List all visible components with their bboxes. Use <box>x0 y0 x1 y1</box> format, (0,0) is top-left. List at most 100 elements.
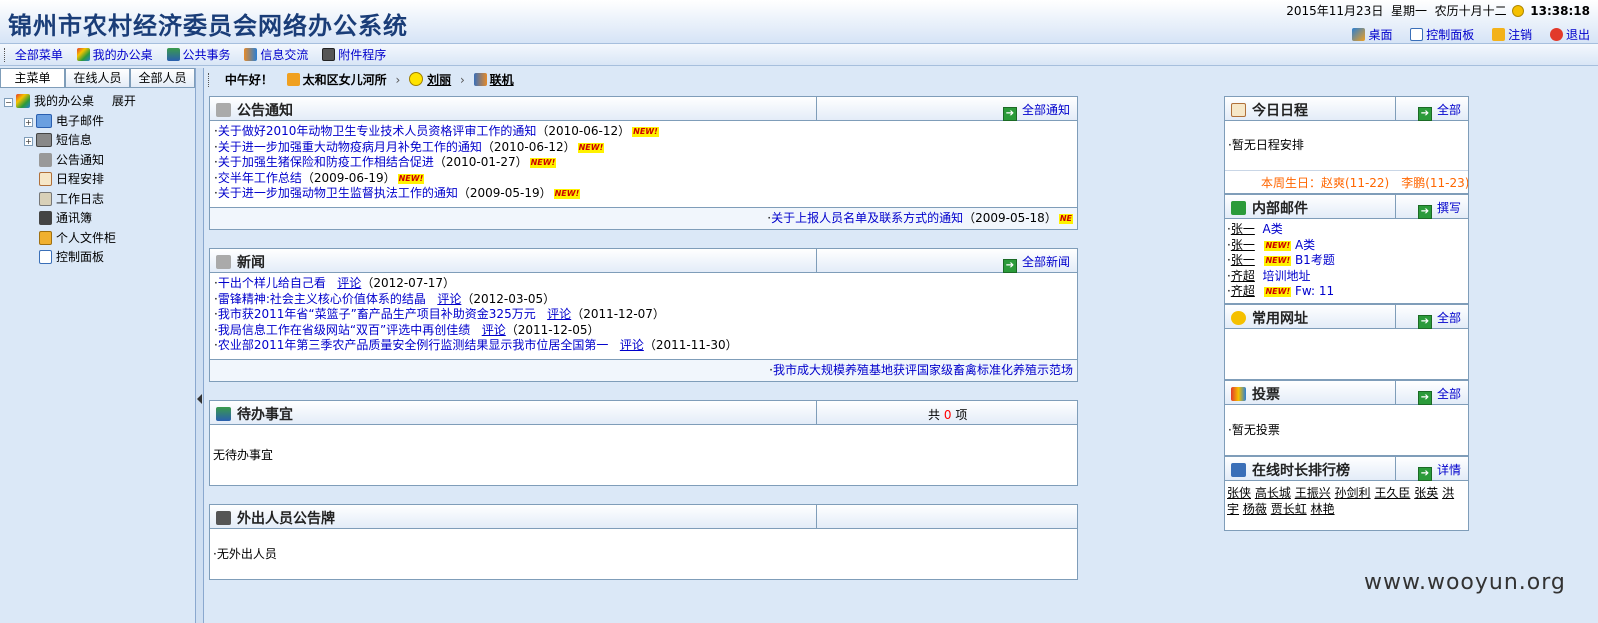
collapse-arrow-icon[interactable] <box>197 394 202 404</box>
expand-icon[interactable]: + <box>24 137 33 146</box>
pane-splitter[interactable] <box>196 68 204 623</box>
new-badge: NEW! <box>397 173 425 184</box>
news-header: 新闻 ➔ 全部新闻 <box>210 249 1077 273</box>
all-urls-link[interactable]: ➔ 全部 <box>1417 309 1461 329</box>
notice-marquee[interactable]: ·关于上报人员名单及联系方式的通知（2009-05-18） NE <box>210 207 1077 229</box>
news-title: 新闻 <box>237 255 265 271</box>
tree-item-addressbook[interactable]: 通讯簿 <box>4 209 191 229</box>
list-item[interactable]: ·张一 NEW! B1考题 <box>1227 253 1466 269</box>
top-links: 桌面 控制面板 注销 退出 <box>1338 26 1590 43</box>
list-item[interactable]: ·关于加强生猪保险和防疫工作相结合促进（2010-01-27） NEW! <box>214 155 1073 171</box>
outgoing-empty: ·无外出人员 <box>213 547 277 561</box>
list-item[interactable]: ·雷锋精神:社会主义核心价值体系的结晶 评论（2012-03-05） <box>214 292 1073 308</box>
rank-user[interactable]: 张英 <box>1414 486 1438 500</box>
comment-link[interactable]: 评论 <box>437 292 461 306</box>
chart-icon <box>1231 387 1246 401</box>
key-icon <box>1492 28 1506 41</box>
all-votes-link[interactable]: ➔ 全部 <box>1417 385 1461 405</box>
rank-user[interactable]: 杨薇 <box>1243 502 1267 516</box>
notice-list: ·关于做好2010年动物卫生专业技术人员资格评审工作的通知（2010-06-12… <box>210 121 1077 205</box>
rank-user[interactable]: 王久臣 <box>1374 486 1410 500</box>
list-item[interactable]: ·交半年工作总结（2009-06-19） NEW! <box>214 171 1073 187</box>
tree-item-worklog[interactable]: 工作日志 <box>4 190 191 210</box>
online-rank-details-link[interactable]: ➔ 详情 <box>1417 461 1461 481</box>
birthday-text: 本周生日：赵爽(11-22) 李鹏(11-23) <box>1261 176 1468 190</box>
list-item[interactable]: ·关于进一步加强重大动物疫病月月补免工作的通知（2010-06-12） NEW! <box>214 140 1073 156</box>
calendar-icon <box>1231 103 1246 117</box>
todo-empty: 无待办事宜 <box>213 448 274 462</box>
all-notices-link[interactable]: ➔ 全部通知 <box>1002 101 1070 121</box>
schedule-title: 今日日程 <box>1252 103 1308 119</box>
tab-online-users[interactable]: 在线人员 <box>65 68 130 87</box>
menu-public-affairs[interactable]: 公共事务 <box>166 44 231 66</box>
tree-item-email[interactable]: + 电子邮件 <box>4 112 191 132</box>
status-link[interactable]: 联机 <box>490 73 514 87</box>
online-status-icon <box>473 73 487 86</box>
exit-link[interactable]: 退出 <box>1549 28 1590 42</box>
expand-icon[interactable]: + <box>24 117 33 127</box>
desktop-link[interactable]: 桌面 <box>1352 28 1392 42</box>
menu-accessories[interactable]: 附件程序 <box>322 44 386 66</box>
menu-info-exchange[interactable]: 信息交流 <box>244 44 308 66</box>
list-item[interactable]: ·齐超 NEW! Fw: 11 <box>1227 284 1466 300</box>
collapse-icon[interactable]: − <box>4 98 13 107</box>
list-item[interactable]: ·张一 NEW! A类 <box>1227 238 1466 254</box>
tree-item-schedule[interactable]: 日程安排 <box>4 170 191 190</box>
todo-title: 待办事宜 <box>237 407 293 423</box>
mail-list: ·张一 A类 ·张一 NEW! A类 ·张一 NEW! B1考题 ·齐超 培训地… <box>1225 219 1468 303</box>
menu-my-desk[interactable]: 我的办公桌 <box>76 44 153 66</box>
vote-title: 投票 <box>1252 387 1280 403</box>
comment-link[interactable]: 评论 <box>482 323 506 337</box>
control-panel-link[interactable]: 控制面板 <box>1410 28 1474 42</box>
list-item[interactable]: ·关于做好2010年动物卫生专业技术人员资格评审工作的通知（2010-06-12… <box>214 124 1073 140</box>
expand-link[interactable]: 展开 <box>112 94 136 108</box>
list-item[interactable]: ·齐超 培训地址 <box>1227 269 1466 285</box>
tree-root[interactable]: − 我的办公桌 展开 <box>4 92 191 112</box>
new-badge: NEW! <box>529 158 557 168</box>
new-badge: NEW! <box>632 127 659 137</box>
menu-all[interactable]: 全部菜单 <box>15 44 63 66</box>
tree-item-sms[interactable]: + 短信息 <box>4 131 191 151</box>
username-link[interactable]: 刘丽 <box>427 73 451 87</box>
list-item[interactable]: ·我局信息工作在省级网站“双百”评选中再创佳绩 评论（2011-12-05） <box>214 323 1073 339</box>
urls-title: 常用网址 <box>1252 311 1308 327</box>
comment-link[interactable]: 评论 <box>337 276 361 290</box>
list-item[interactable]: ·农业部2011年第三季农产品质量安全例行监测结果显示我市位居全国第一 评论（2… <box>214 338 1073 354</box>
rank-user[interactable]: 贾长虹 <box>1271 502 1307 516</box>
tab-all-users[interactable]: 全部人员 <box>130 68 195 87</box>
menu-tree: − 我的办公桌 展开 + 电子邮件 + 短信息 公告通知 日程安排 工作日志 通讯簿 … <box>0 88 195 268</box>
comment-link[interactable]: 评论 <box>547 307 571 321</box>
all-news-link[interactable]: ➔ 全部新闻 <box>1002 253 1070 273</box>
outgoing-title: 外出人员公告牌 <box>237 511 335 527</box>
message-icon <box>36 133 52 147</box>
all-schedule-link[interactable]: ➔ 全部 <box>1417 101 1461 121</box>
star-icon <box>1231 311 1246 325</box>
news-marquee[interactable]: ·我市成大规模养殖基地获评国家级畜禽标准化养殖示范场 <box>210 359 1077 381</box>
list-item[interactable]: ·张一 A类 <box>1227 222 1466 238</box>
rank-user[interactable]: 高长城 <box>1255 486 1291 500</box>
logout-link[interactable]: 注销 <box>1492 28 1532 42</box>
new-badge: NEW! <box>1264 240 1292 251</box>
clock-icon <box>1512 5 1525 17</box>
tree-item-filecabinet[interactable]: 个人文件柜 <box>4 229 191 249</box>
rank-user[interactable]: 林艳 <box>1311 502 1335 516</box>
list-item[interactable]: ·我市获2011年省“菜篮子”畜产品生产项目补助资金325万元 评论（2011-… <box>214 307 1073 323</box>
tab-main-menu[interactable]: 主菜单 <box>0 68 65 87</box>
vote-panel: 投票 ➔ 全部 ·暂无投票 <box>1224 380 1469 456</box>
tree-item-notice[interactable]: 公告通知 <box>4 151 191 171</box>
folder-icon <box>39 230 52 245</box>
date-time: 2015年11月23日 星期一 农历十月十二 13:38:18 <box>1286 2 1590 19</box>
compose-mail-link[interactable]: ➔ 撰写 <box>1417 199 1461 219</box>
rank-user[interactable]: 王振兴 <box>1295 486 1331 500</box>
comment-link[interactable]: 评论 <box>620 338 644 352</box>
separator-icon: › <box>395 73 401 87</box>
menu-bar: 全部菜单 我的办公桌 公共事务 信息交流 附件程序 <box>0 44 1598 66</box>
rank-user[interactable]: 孙剑利 <box>1335 486 1371 500</box>
tree-item-controlpanel[interactable]: 控制面板 <box>4 248 191 268</box>
rank-user[interactable]: 张侠 <box>1227 486 1251 500</box>
list-item[interactable]: ·干出个样儿给自己看 评论（2012-07-17） <box>214 276 1073 292</box>
greeting: 中午好！ <box>224 73 273 87</box>
urls-panel: 常用网址 ➔ 全部 <box>1224 304 1469 380</box>
control-panel-icon <box>1410 28 1424 41</box>
list-item[interactable]: ·关于进一步加强动物卫生监督执法工作的通知（2009-05-19） NEW! <box>214 186 1073 202</box>
